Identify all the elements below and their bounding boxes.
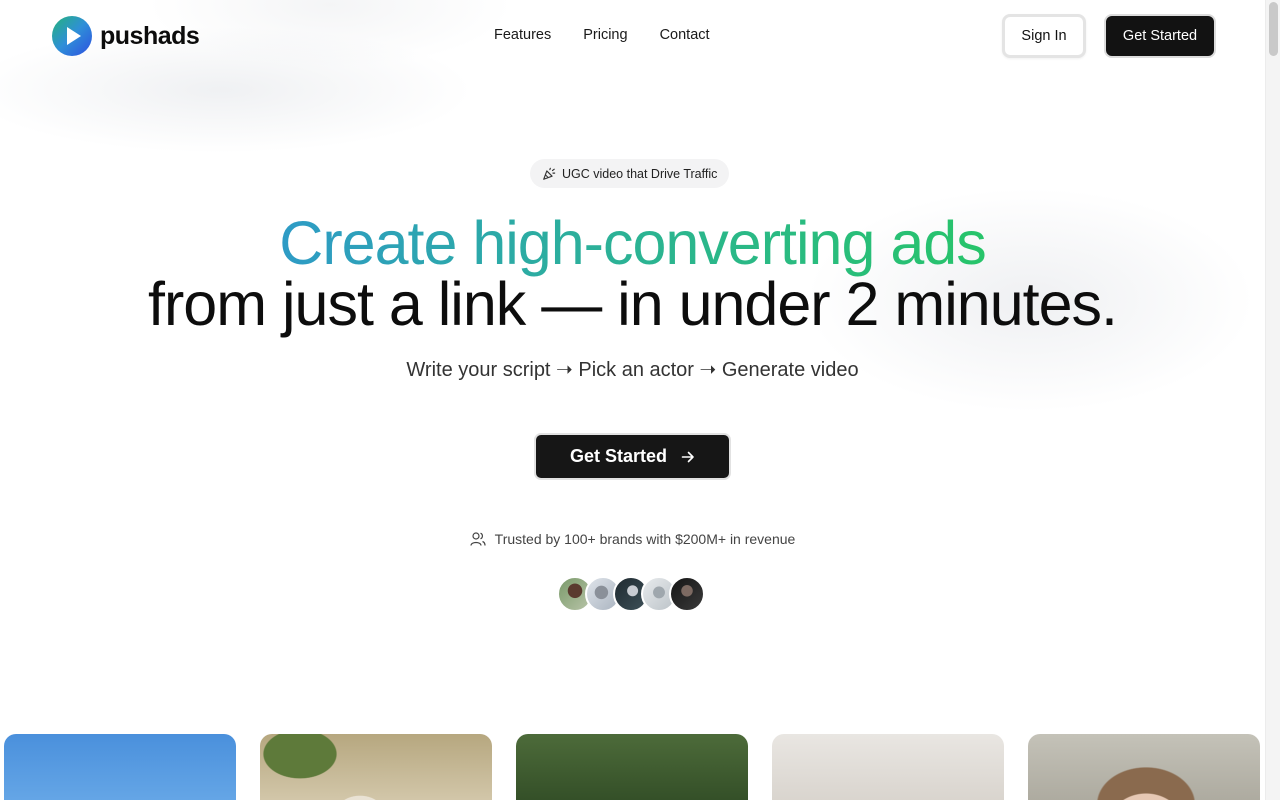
- nav-link-contact[interactable]: Contact: [660, 27, 710, 43]
- brand-name: pushads: [100, 21, 200, 50]
- header-get-started-button[interactable]: Get Started: [1104, 14, 1216, 58]
- brand-logo[interactable]: pushads: [52, 16, 200, 56]
- avatar-5: [669, 576, 705, 612]
- video-card-5[interactable]: [1028, 734, 1260, 800]
- nav-link-pricing[interactable]: Pricing: [583, 27, 627, 43]
- scrollbar-thumb[interactable]: [1269, 2, 1278, 56]
- arrow-right-icon: [681, 451, 694, 462]
- hero-headline-line1: Create high-converting ads: [279, 209, 986, 277]
- hero-headline-line2: from just a link — in under 2 minutes.: [148, 270, 1118, 338]
- page-scrollbar[interactable]: [1265, 0, 1280, 800]
- hero-badge: UGC video that Drive Traffic: [530, 159, 730, 188]
- hero-subheading: Write your script ➝ Pick an actor ➝ Gene…: [406, 359, 859, 381]
- avatar-stack: [557, 576, 705, 612]
- video-card-1[interactable]: [4, 734, 236, 800]
- main-nav: Features Pricing Contact: [494, 27, 710, 43]
- site-header: pushads Features Pricing Contact Sign In…: [0, 0, 1265, 72]
- video-card-3[interactable]: [516, 734, 748, 800]
- hero-cta-label: Get Started: [569, 446, 668, 466]
- trusted-by-line: Trusted by 100+ brands with $200M+ in re…: [0, 531, 1265, 547]
- sign-in-button[interactable]: Sign In: [1002, 14, 1086, 58]
- background-blur: [0, 0, 1280, 800]
- party-popper-icon: [543, 167, 556, 180]
- video-card-4[interactable]: [772, 734, 1004, 800]
- badge-text: UGC video that Drive Traffic: [562, 166, 718, 181]
- hero-get-started-button[interactable]: Get Started: [534, 433, 731, 480]
- video-card-2[interactable]: [260, 734, 492, 800]
- play-logo-icon: [52, 16, 92, 56]
- trusted-text: Trusted by 100+ brands with $200M+ in re…: [494, 531, 796, 547]
- users-icon: [470, 532, 486, 546]
- nav-link-features[interactable]: Features: [494, 27, 551, 43]
